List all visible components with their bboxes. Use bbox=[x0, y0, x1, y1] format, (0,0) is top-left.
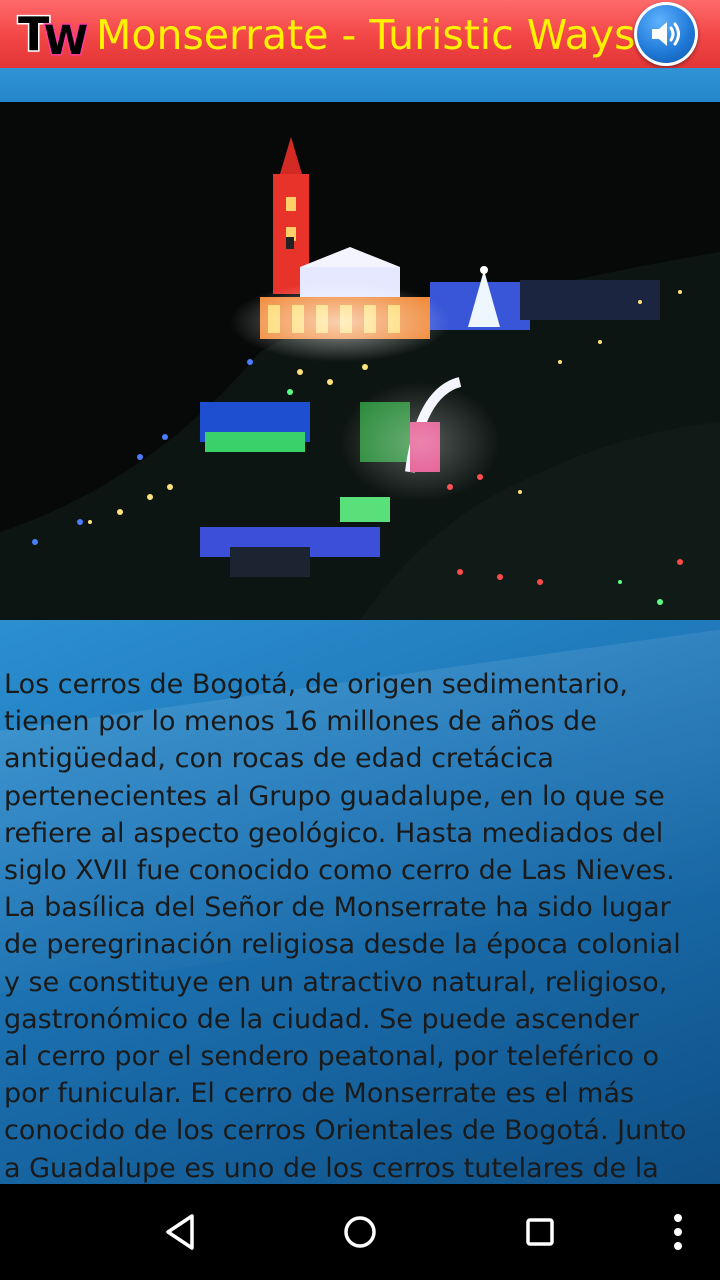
app-title: Monserrate - Turistic Ways bbox=[96, 11, 636, 59]
tw-logo: T W bbox=[17, 6, 90, 62]
volume-button[interactable] bbox=[634, 2, 698, 66]
description-text: Los cerros de Bogotá, de origen sediment… bbox=[4, 669, 687, 1184]
home-circle-icon[interactable] bbox=[334, 1206, 386, 1258]
monserrate-night-photo bbox=[0, 102, 720, 620]
back-triangle-icon[interactable] bbox=[154, 1206, 206, 1258]
app-header: T W Monserrate - Turistic Ways bbox=[0, 0, 720, 68]
overflow-menu-icon[interactable] bbox=[652, 1206, 704, 1258]
volume-icon bbox=[652, 22, 680, 46]
content-panel[interactable]: Los cerros de Bogotá, de origen sediment… bbox=[0, 620, 720, 1184]
logo-letter-w: W bbox=[44, 18, 88, 62]
recents-square-icon[interactable] bbox=[514, 1206, 566, 1258]
system-nav-bar bbox=[0, 1184, 720, 1280]
photo-illustration bbox=[0, 102, 720, 620]
header-strip bbox=[0, 68, 720, 102]
